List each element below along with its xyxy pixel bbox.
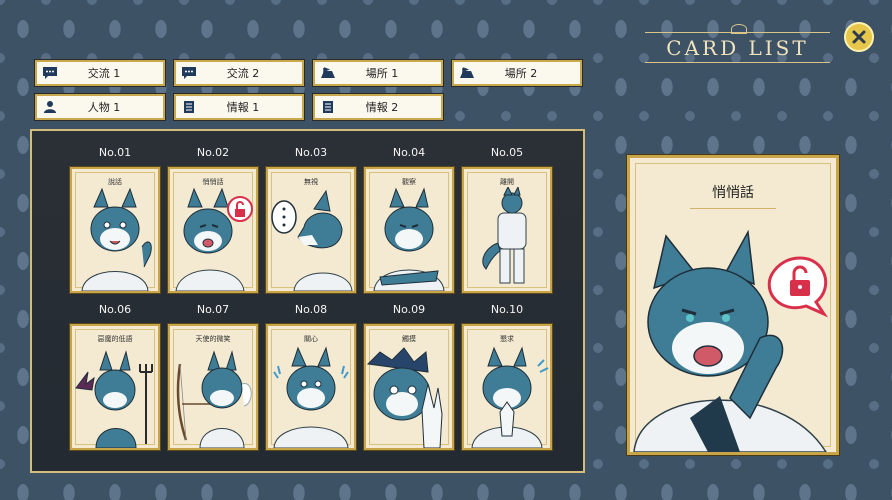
tab-location-1[interactable]: 場所 1	[312, 59, 444, 87]
card-devil-whisper[interactable]: 惡魔的低語	[69, 323, 161, 451]
card-number: No.04	[392, 146, 426, 159]
card-cell: No.10 懇求	[461, 302, 553, 451]
tab-label: 情報 2	[365, 101, 399, 114]
card-number: No.09	[392, 303, 426, 316]
wolf-whisper-large-illustration	[633, 229, 829, 452]
wolf-whisper-illustration	[175, 187, 253, 291]
card-whisper[interactable]: 悄悄話	[167, 166, 259, 294]
title-divider	[645, 62, 830, 63]
detail-divider	[690, 208, 776, 209]
detail-card-name: 悄悄話	[712, 185, 754, 201]
card-concern[interactable]: 關心	[265, 323, 357, 451]
wolf-plead-illustration	[471, 346, 549, 448]
card-name: 悄悄話	[202, 178, 224, 186]
card-name: 天使的微笑	[195, 335, 231, 343]
person-icon	[44, 101, 56, 113]
chat-bubble-icon	[182, 67, 196, 79]
wolf-touch-illustration	[366, 347, 443, 448]
tab-info-1[interactable]: 情報 1	[173, 93, 305, 121]
card-cell: No.03 無視	[265, 145, 357, 294]
tab-communication-2[interactable]: 交流 2	[173, 59, 305, 87]
unlock-bubble-icon	[227, 196, 253, 222]
card-cell: No.09 觸摸	[363, 302, 455, 451]
card-detail-panel: 悄悄話	[626, 154, 840, 456]
tab-label: 情報 1	[226, 101, 260, 114]
tab-location-2[interactable]: 場所 2	[451, 59, 583, 87]
card-cell: No.08 關心	[265, 302, 357, 451]
card-plead[interactable]: 懇求	[461, 323, 553, 451]
document-icon	[184, 101, 194, 113]
close-icon	[852, 30, 866, 44]
card-number: No.03	[294, 146, 328, 159]
card-name: 無視	[304, 178, 318, 186]
wolf-concern-illustration	[273, 346, 349, 448]
card-cell: No.06 惡魔的低語	[69, 302, 161, 451]
wolf-ignore-illustration	[271, 189, 353, 291]
tab-info-2[interactable]: 情報 2	[312, 93, 444, 121]
card-number: No.05	[490, 146, 524, 159]
card-name: 惡魔的低語	[97, 335, 133, 343]
document-icon	[323, 101, 333, 113]
card-number: No.01	[98, 146, 132, 159]
card-name: 懇求	[500, 335, 514, 343]
wolf-devil-illustration	[75, 350, 153, 448]
location-icon	[460, 67, 474, 78]
card-cell: No.02 悄悄話	[167, 145, 259, 294]
tab-character-1[interactable]: 人物 1	[34, 93, 166, 121]
tab-label: 場所 2	[504, 67, 538, 80]
card-number: No.06	[98, 303, 132, 316]
tab-label: 人物 1	[87, 101, 121, 114]
card-number: No.07	[196, 303, 230, 316]
card-name: 關心	[304, 335, 318, 343]
location-icon	[321, 67, 335, 78]
wolf-leave-illustration	[482, 187, 527, 284]
page-title: CARD LIST	[666, 36, 809, 60]
tab-label: 場所 1	[365, 67, 399, 80]
card-name: 觸摸	[402, 335, 416, 343]
card-talk[interactable]: 說話	[69, 166, 161, 294]
tab-label: 交流 1	[87, 67, 121, 80]
title-divider	[645, 32, 830, 33]
unlock-bubble-icon	[767, 256, 829, 318]
card-cell: No.01 說話	[69, 145, 161, 294]
card-observe[interactable]: 觀察	[363, 166, 455, 294]
card-name: 說話	[108, 178, 122, 186]
wolf-observe-illustration	[373, 187, 445, 291]
card-name: 觀察	[402, 178, 416, 186]
card-touch[interactable]: 觸摸	[363, 323, 455, 451]
card-cell: No.04 觀察	[363, 145, 455, 294]
card-cell: No.07 天使的微笑	[167, 302, 259, 451]
card-leave[interactable]: 離開	[461, 166, 553, 294]
wolf-angel-illustration	[176, 350, 252, 448]
close-button[interactable]	[844, 22, 874, 52]
chat-bubble-icon	[43, 67, 57, 79]
card-number: No.02	[196, 146, 230, 159]
card-number: No.10	[490, 303, 524, 316]
card-angel-smile[interactable]: 天使的微笑	[167, 323, 259, 451]
card-ignore[interactable]: 無視	[265, 166, 357, 294]
card-name: 離開	[500, 178, 514, 186]
wolf-talking-illustration	[81, 187, 152, 291]
card-cell: No.05 離開	[461, 145, 553, 294]
tab-communication-1[interactable]: 交流 1	[34, 59, 166, 87]
tab-label: 交流 2	[226, 67, 260, 80]
card-number: No.08	[294, 303, 328, 316]
card-list-title: CARD LIST	[645, 22, 830, 72]
